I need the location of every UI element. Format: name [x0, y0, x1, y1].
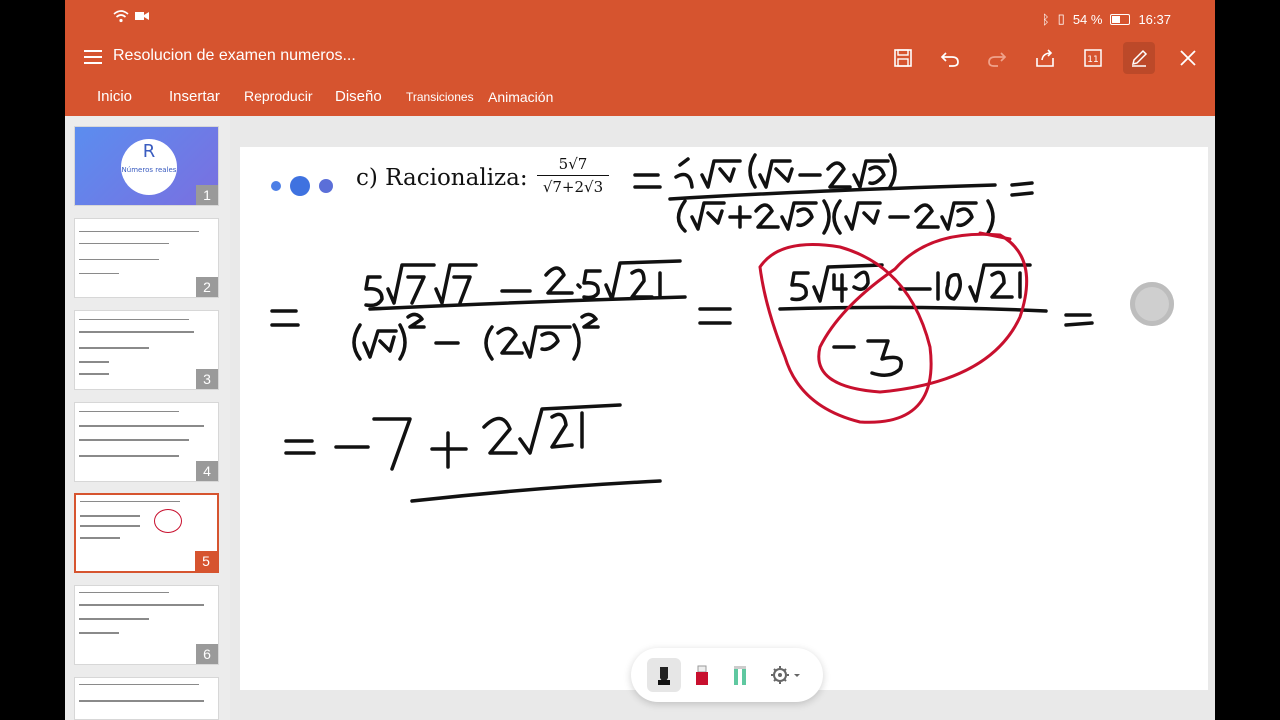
- slide-count-icon[interactable]: 11: [1077, 42, 1109, 74]
- tab-inicio[interactable]: Inicio: [97, 88, 132, 105]
- clock: 16:37: [1138, 11, 1171, 27]
- document-title: Resolucion de examen numeros...: [113, 47, 356, 64]
- handwritten-ink: [270, 153, 1094, 503]
- hamburger-icon[interactable]: [81, 45, 105, 69]
- thumbnail-number: 4: [196, 461, 218, 481]
- title-bar: Resolucion de examen numeros... 11: [65, 36, 1215, 78]
- thumbnail-number: 5: [195, 551, 217, 571]
- slide-thumbnail-6[interactable]: 6: [74, 585, 219, 665]
- logo-icon: R: [142, 141, 156, 162]
- logo-badge: R Números reales: [121, 139, 177, 195]
- camera-icon: [135, 12, 149, 20]
- scroll-handle[interactable]: [1130, 282, 1174, 326]
- slide-thumbnail-3[interactable]: 3: [74, 310, 219, 390]
- slide-canvas[interactable]: c) Racionaliza: 5√7 √7+2√3: [240, 147, 1208, 690]
- pen-icon[interactable]: [1123, 42, 1155, 74]
- wifi-icon: [113, 10, 129, 23]
- tab-transiciones[interactable]: Transiciones: [406, 90, 474, 104]
- share-icon[interactable]: [1029, 42, 1061, 74]
- redo-icon[interactable]: [981, 42, 1013, 74]
- ink-toolbar: [631, 648, 823, 702]
- ribbon-tabs: Inicio Insertar Reproducir Diseño Transi…: [65, 78, 1215, 116]
- slide-thumbnails: R Números reales 1 2 3 4 5 6: [65, 116, 230, 720]
- red-pen-icon[interactable]: [685, 658, 719, 692]
- thumbnail-number: 3: [196, 369, 218, 389]
- undo-icon[interactable]: [934, 42, 966, 74]
- close-icon[interactable]: [1172, 42, 1204, 74]
- thumbnail-number: 6: [196, 644, 218, 664]
- tab-reproducir[interactable]: Reproducir: [244, 88, 312, 104]
- thumbnail-number: 1: [196, 185, 218, 205]
- status-bar: ᛒ ▯ 54 % 16:37: [65, 0, 1215, 36]
- tab-animacion[interactable]: Animación: [488, 89, 553, 105]
- thumbnail-number: 2: [196, 277, 218, 297]
- slide-thumbnail-5[interactable]: 5: [74, 493, 219, 573]
- svg-text:11: 11: [1087, 55, 1098, 65]
- save-icon[interactable]: [887, 42, 919, 74]
- bluetooth-icon: ᛒ: [1041, 11, 1050, 27]
- vibrate-icon: ▯: [1057, 11, 1065, 26]
- slide-thumbnail-2[interactable]: 2: [74, 218, 219, 298]
- battery-percent: 54 %: [1072, 11, 1103, 27]
- slide-thumbnail-4[interactable]: 4: [74, 402, 219, 482]
- tab-diseno[interactable]: Diseño: [335, 88, 382, 105]
- gear-icon[interactable]: [763, 658, 807, 692]
- highlighter-icon[interactable]: [723, 658, 757, 692]
- slide-thumbnail-7[interactable]: [74, 677, 219, 720]
- black-pen-icon[interactable]: [647, 658, 681, 692]
- app-screen: ᛒ ▯ 54 % 16:37 Resolucion de examen nume…: [65, 0, 1215, 720]
- battery-icon: [1110, 13, 1131, 25]
- thumbnail-caption: Números reales: [121, 166, 177, 174]
- slide-thumbnail-1[interactable]: R Números reales 1: [74, 126, 219, 206]
- tab-insertar[interactable]: Insertar: [169, 88, 220, 105]
